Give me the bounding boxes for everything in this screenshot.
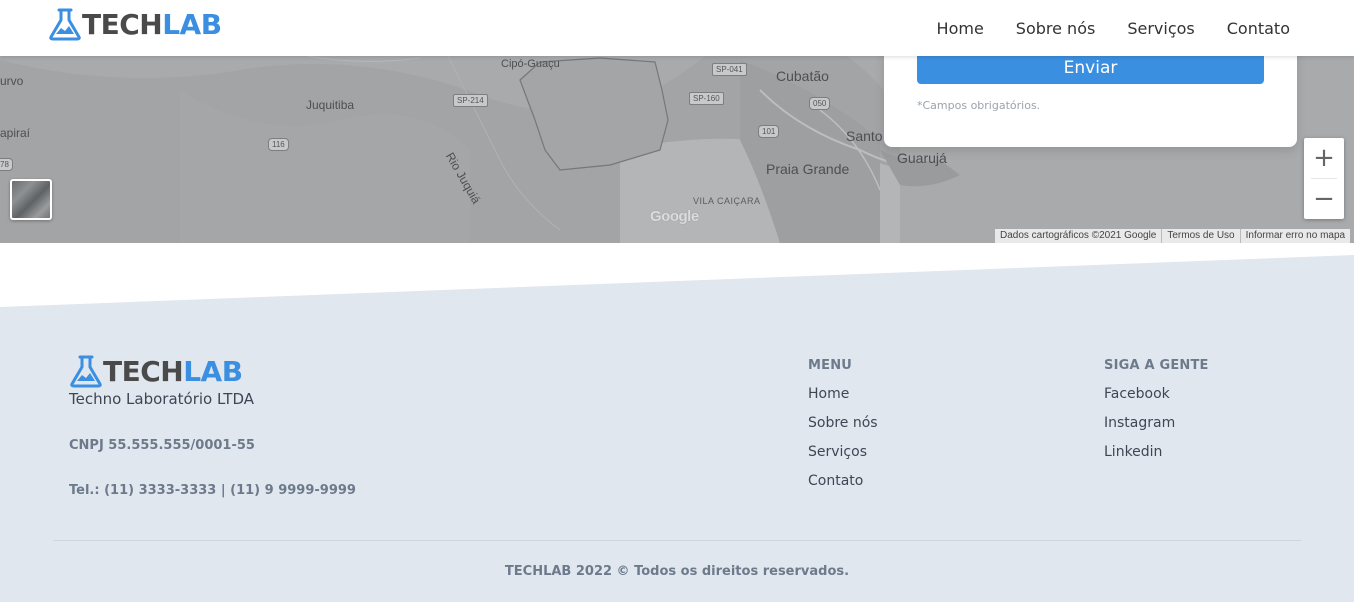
map-place-label: Santo [846,128,883,144]
company-name: Techno Laboratório LTDA [69,390,254,408]
map-attribution: Dados cartográficos ©2021 Google Termos … [995,229,1351,243]
header-logo[interactable]: TECH LAB [48,6,222,42]
footer-link-contact[interactable]: Contato [808,473,878,489]
main-nav: Home Sobre nós Serviços Contato [937,0,1290,56]
nav-contact[interactable]: Contato [1227,19,1290,38]
footer-logo[interactable]: TECH LAB [69,353,243,389]
nav-services[interactable]: Serviços [1127,19,1194,38]
nav-about[interactable]: Sobre nós [1016,19,1096,38]
flask-icon [70,355,102,388]
zoom-out-button[interactable]: − [1304,179,1344,219]
logo-text-lab: LAB [183,354,243,388]
google-logo: Google [650,208,699,225]
footer-menu-title: MENU [808,358,853,373]
terms-of-use-link[interactable]: Termos de Uso [1161,229,1239,243]
logo-text-lab: LAB [162,7,222,41]
map-place-label: apiraí [0,126,31,140]
footer-link-home[interactable]: Home [808,386,878,402]
footer-divider [53,540,1301,541]
company-phone: Tel.: (11) 3333-3333 | (11) 9 9999-9999 [69,483,356,498]
logo-text-tech: TECH [103,354,184,388]
logo-text-tech: TECH [82,7,163,41]
road-shield: 050 [809,97,831,110]
footer-menu: MENU Home Sobre nós Serviços Contato [808,358,878,502]
map-place-label: Juquitiba [306,98,355,112]
map-place-label: Guarujá [897,150,947,166]
company-cnpj: CNPJ 55.555.555/0001-55 [69,438,255,453]
map-place-label: urvo [0,74,24,88]
map-place-label: Cipó-Guaçu [501,58,560,70]
required-fields-note: *Campos obrigatórios. [917,99,1041,112]
footer-social: SIGA A GENTE Facebook Instagram Linkedin [1104,358,1209,473]
map-place-label: VILA CAIÇARA [693,196,761,206]
footer-link-about[interactable]: Sobre nós [808,415,878,431]
road-shield: SP-041 [712,63,747,76]
instagram-link[interactable]: Instagram [1104,415,1209,431]
zoom-in-button[interactable]: + [1304,138,1344,178]
road-shield: SP-214 [453,94,488,107]
map-place-label: Praia Grande [766,161,850,177]
road-shield: SP-160 [689,92,724,105]
road-shield: 101 [758,125,780,138]
facebook-link[interactable]: Facebook [1104,386,1209,402]
site-header: TECH LAB Home Sobre nós Serviços Contato [0,0,1354,56]
nav-home[interactable]: Home [937,19,984,38]
footer-social-title: SIGA A GENTE [1104,358,1209,373]
satellite-view-toggle[interactable] [10,179,52,220]
road-shield: 78 [0,158,13,171]
map-zoom-control: + − [1304,138,1344,219]
flask-icon [49,8,81,41]
road-shield: 116 [268,138,289,151]
map-data-credit: Dados cartográficos ©2021 Google [1000,230,1157,241]
contact-form-card: Enviar *Campos obrigatórios. [884,40,1297,147]
linkedin-link[interactable]: Linkedin [1104,444,1209,460]
copyright-text: TECHLAB 2022 © Todos os direitos reserva… [504,564,850,579]
footer-link-services[interactable]: Serviços [808,444,878,460]
map-place-label: Cubatão [776,68,829,84]
report-map-error-link[interactable]: Informar erro no mapa [1239,229,1351,243]
site-footer: TECH LAB Techno Laboratório LTDA CNPJ 55.… [0,250,1354,602]
